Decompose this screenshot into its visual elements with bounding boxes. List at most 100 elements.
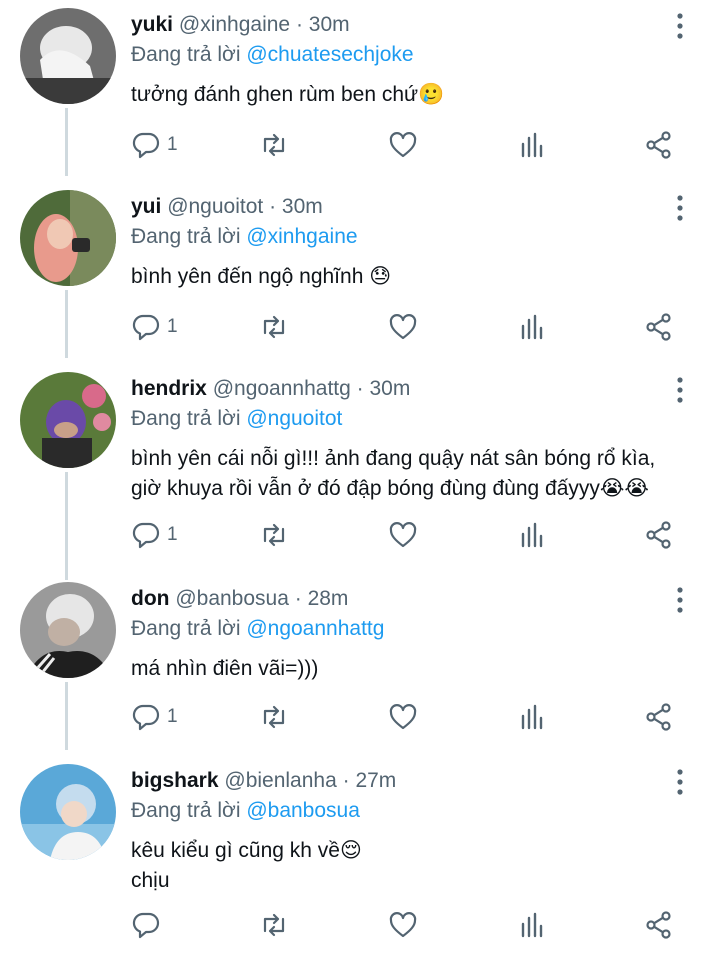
more-vertical-icon[interactable] [666, 194, 694, 222]
analytics-icon [517, 312, 547, 342]
share-icon [644, 910, 674, 940]
like-button[interactable] [388, 908, 418, 942]
mention-link[interactable]: @ngoannhattg [246, 617, 384, 640]
display-name[interactable]: yuki [131, 13, 173, 36]
timestamp[interactable]: 30m [282, 195, 323, 218]
more-vertical-icon[interactable] [666, 376, 694, 404]
timestamp[interactable]: 30m [369, 377, 410, 400]
timestamp[interactable]: 27m [355, 769, 396, 792]
analytics-button[interactable] [517, 908, 547, 942]
timestamp[interactable]: 30m [309, 13, 350, 36]
separator-dot: · [290, 13, 309, 36]
retweet-icon [259, 702, 289, 732]
analytics-button[interactable] [517, 310, 547, 344]
share-button[interactable] [644, 128, 674, 162]
replying-to: Đang trả lời @banbosua [131, 798, 360, 824]
separator-dot: · [263, 195, 282, 218]
user-handle[interactable]: @bienlanha [224, 769, 336, 792]
retweet-button[interactable] [259, 128, 289, 162]
tweet-text: má nhìn điên vãi=))) [131, 657, 319, 680]
retweet-icon [259, 130, 289, 160]
replying-to: Đang trả lời @ngoannhattg [131, 616, 384, 642]
share-button[interactable] [644, 700, 674, 734]
reply-count: 1 [167, 134, 178, 155]
more-vertical-icon[interactable] [666, 586, 694, 614]
analytics-button[interactable] [517, 128, 547, 162]
share-button[interactable] [644, 908, 674, 942]
display-name[interactable]: bigshark [131, 769, 219, 792]
share-button[interactable] [644, 310, 674, 344]
like-button[interactable] [388, 518, 418, 552]
retweet-button[interactable] [259, 518, 289, 552]
replying-prefix: Đang trả lời [131, 617, 247, 640]
action-bar: 1 [131, 310, 691, 344]
reply-button[interactable]: 1 [131, 128, 178, 162]
tweet[interactable]: hendrix @ngoannhattg · 30m Đang trả lời … [0, 364, 720, 574]
tweet-header: yuki @xinhgaine · 30m [131, 12, 350, 38]
avatar[interactable] [20, 764, 116, 860]
tweet-header: hendrix @ngoannhattg · 30m [131, 376, 410, 402]
replying-prefix: Đang trả lời [131, 407, 247, 430]
display-name[interactable]: hendrix [131, 377, 207, 400]
tweet[interactable]: yui @nguoitot · 30m Đang trả lời @xinhga… [0, 182, 720, 364]
separator-dot: · [288, 587, 308, 610]
replying-to: Đang trả lời @nguoitot [131, 406, 342, 432]
reply-button[interactable] [131, 908, 167, 942]
display-name[interactable]: don [131, 587, 169, 610]
mention-link[interactable]: @chuatesechjoke [246, 43, 413, 66]
heart-icon [388, 702, 418, 732]
user-handle[interactable]: @nguoitot [167, 195, 263, 218]
tweet[interactable]: bigshark @bienlanha · 27m Đang trả lời @… [0, 756, 720, 957]
timestamp[interactable]: 28m [308, 587, 349, 610]
reply-button[interactable]: 1 [131, 310, 178, 344]
reply-count: 1 [167, 316, 178, 337]
avatar[interactable] [20, 190, 116, 286]
retweet-button[interactable] [259, 908, 289, 942]
like-button[interactable] [388, 310, 418, 344]
tweet[interactable]: yuki @xinhgaine · 30m Đang trả lời @chua… [0, 0, 720, 182]
mention-link[interactable]: @banbosua [246, 799, 360, 822]
reply-button[interactable]: 1 [131, 700, 178, 734]
tweet-header: yui @nguoitot · 30m [131, 194, 323, 220]
action-bar: 1 [131, 128, 691, 162]
action-bar [131, 908, 691, 942]
retweet-button[interactable] [259, 700, 289, 734]
tweet-text: bình yên đến ngộ nghĩnh 😓 [131, 265, 392, 288]
heart-icon [388, 130, 418, 160]
user-handle[interactable]: @ngoannhattg [213, 377, 351, 400]
retweet-button[interactable] [259, 310, 289, 344]
reply-button[interactable]: 1 [131, 518, 178, 552]
replying-prefix: Đang trả lời [131, 43, 247, 66]
avatar[interactable] [20, 8, 116, 104]
like-button[interactable] [388, 700, 418, 734]
mention-link[interactable]: @xinhgaine [246, 225, 357, 248]
tweet[interactable]: don @banbosua · 28m Đang trả lời @ngoann… [0, 574, 720, 756]
share-icon [644, 130, 674, 160]
avatar[interactable] [20, 372, 116, 468]
more-vertical-icon[interactable] [666, 768, 694, 796]
user-handle[interactable]: @xinhgaine [179, 13, 290, 36]
display-name[interactable]: yui [131, 195, 161, 218]
heart-icon [388, 910, 418, 940]
reply-icon [131, 520, 161, 550]
avatar[interactable] [20, 582, 116, 678]
reply-count: 1 [167, 706, 178, 727]
reply-icon [131, 702, 161, 732]
tweet-header: bigshark @bienlanha · 27m [131, 768, 396, 794]
separator-dot: · [336, 769, 356, 792]
analytics-button[interactable] [517, 700, 547, 734]
analytics-icon [517, 702, 547, 732]
analytics-icon [517, 520, 547, 550]
replying-to: Đang trả lời @chuatesechjoke [131, 42, 414, 68]
share-button[interactable] [644, 518, 674, 552]
share-icon [644, 702, 674, 732]
mention-link[interactable]: @nguoitot [246, 407, 342, 430]
analytics-button[interactable] [517, 518, 547, 552]
like-button[interactable] [388, 128, 418, 162]
share-icon [644, 520, 674, 550]
heart-icon [388, 312, 418, 342]
tweet-text: kêu kiểu gì cũng kh về😌 chịu [131, 839, 362, 892]
reply-icon [131, 910, 161, 940]
user-handle[interactable]: @banbosua [175, 587, 289, 610]
more-vertical-icon[interactable] [666, 12, 694, 40]
